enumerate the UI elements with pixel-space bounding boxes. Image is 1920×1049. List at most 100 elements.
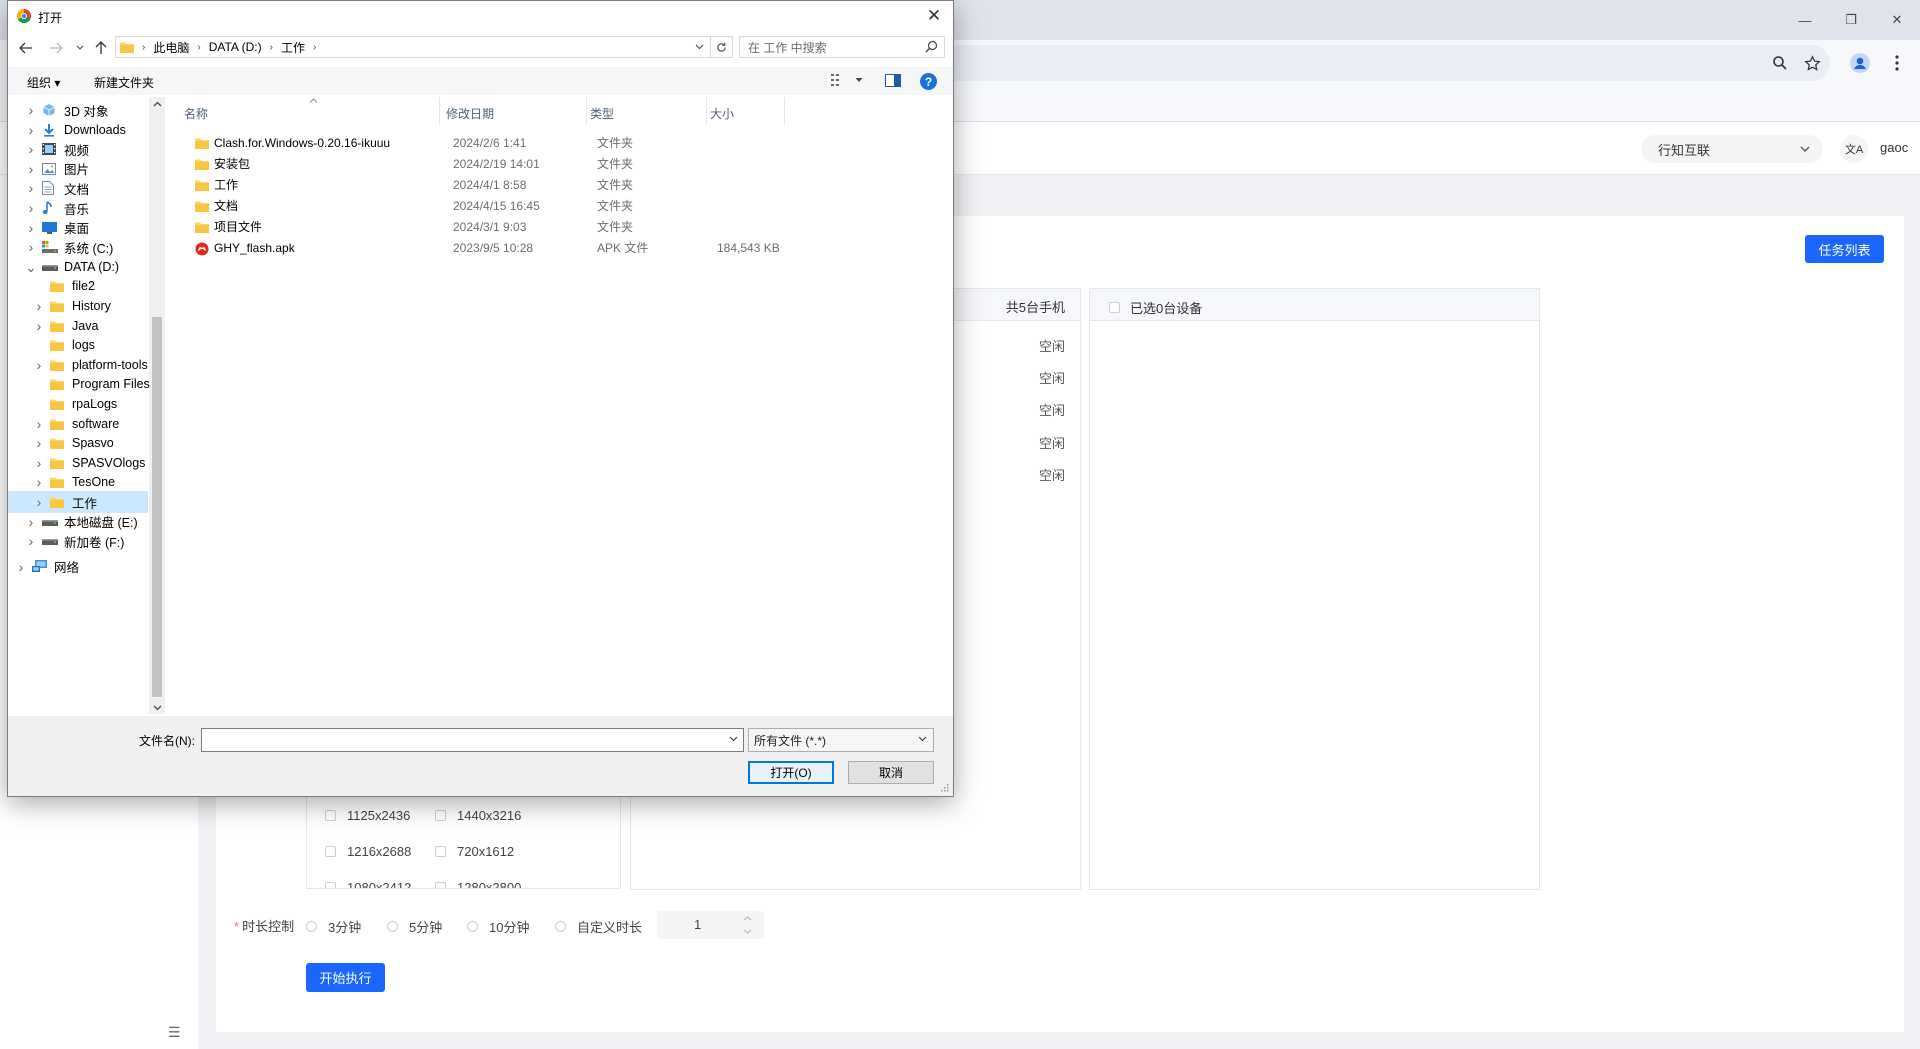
breadcrumb-separator-icon[interactable]: › — [270, 42, 273, 53]
scroll-up-icon[interactable] — [153, 101, 162, 107]
resolution-option[interactable]: 1125x2436 — [325, 808, 410, 823]
expand-arrow-icon[interactable]: › — [32, 455, 46, 471]
breadcrumb-work[interactable]: 工作 — [281, 39, 305, 56]
resolution-option[interactable]: 1080x2412 — [325, 880, 411, 888]
nav-item[interactable]: › 网络 — [8, 556, 148, 578]
user-name[interactable]: gaoc — [1880, 140, 1908, 155]
duration-stepper[interactable] — [731, 911, 764, 939]
expand-arrow-icon[interactable]: › — [32, 298, 46, 314]
breadcrumb-this-pc[interactable]: 此电脑 — [153, 39, 189, 56]
resolution-option[interactable]: 1280x2800 — [435, 880, 521, 888]
browser-close-button[interactable]: ✕ — [1874, 6, 1920, 34]
preview-pane-icon[interactable] — [885, 74, 901, 87]
bookmark-star-icon[interactable] — [1797, 48, 1827, 78]
cancel-button[interactable]: 取消 — [848, 761, 934, 784]
expand-arrow-icon[interactable]: › — [24, 220, 38, 236]
column-header-name[interactable]: 名称 — [184, 105, 208, 122]
expand-arrow-icon[interactable]: › — [24, 102, 38, 118]
translate-icon[interactable]: 文A — [1840, 135, 1868, 163]
profile-avatar-icon[interactable] — [1845, 48, 1875, 78]
expand-arrow-icon[interactable]: › — [24, 533, 38, 549]
task-list-button[interactable]: 任务列表 — [1805, 235, 1884, 263]
expand-arrow-icon[interactable]: › — [32, 494, 46, 510]
minimize-button[interactable]: — — [1782, 6, 1828, 34]
recent-dropdown-icon[interactable] — [71, 39, 89, 57]
file-row[interactable]: 项目文件 2024/3/1 9:03 文件夹 — [195, 216, 815, 237]
sidebar-collapse-icon[interactable]: ☰ — [168, 1024, 181, 1041]
column-divider[interactable] — [586, 97, 587, 125]
resolution-option[interactable]: 1440x3216 — [435, 808, 521, 823]
file-row[interactable]: GHY_flash.apk 2023/9/5 10:28 APK 文件 184,543… — [195, 237, 815, 258]
column-divider[interactable] — [784, 97, 785, 125]
expand-arrow-icon[interactable]: › — [32, 318, 46, 334]
stepper-arrows-icon[interactable] — [731, 911, 764, 939]
file-row[interactable]: 文档 2024/4/15 16:45 文件夹 — [195, 195, 815, 216]
resolution-checkbox[interactable] — [435, 810, 446, 821]
file-row[interactable]: Clash.for.Windows-0.20.16-ikuuu 2024/2/6 … — [195, 132, 815, 153]
resolution-option[interactable]: 720x1612 — [435, 844, 514, 859]
expand-arrow-icon[interactable]: › — [24, 161, 38, 177]
system-drive-icon — [42, 240, 58, 254]
dialog-address-bar[interactable]: › 此电脑 › DATA (D:) › 工作 › — [115, 36, 711, 58]
resize-grip-icon[interactable] — [939, 782, 949, 792]
up-arrow-icon[interactable] — [92, 39, 110, 57]
breadcrumb-separator-icon[interactable]: › — [313, 42, 316, 53]
column-header-date[interactable]: 修改日期 — [446, 105, 494, 122]
breadcrumb-separator-icon[interactable]: › — [197, 42, 200, 53]
nav-scrollbar-thumb[interactable] — [152, 317, 162, 697]
expand-arrow-icon[interactable]: › — [32, 357, 46, 373]
open-button[interactable]: 打开(O) — [748, 761, 834, 784]
expand-arrow-icon[interactable]: › — [24, 122, 38, 138]
address-bar[interactable] — [940, 45, 1830, 81]
dialog-close-button[interactable]: ✕ — [922, 5, 946, 27]
refresh-icon[interactable] — [711, 36, 733, 58]
collapse-arrow-icon[interactable]: ⌄ — [24, 260, 38, 274]
file-row[interactable]: 安装包 2024/2/19 14:01 文件夹 — [195, 153, 815, 174]
column-divider[interactable] — [439, 97, 440, 125]
resolution-checkbox[interactable] — [325, 882, 336, 888]
resolution-option[interactable]: 1216x2688 — [325, 844, 411, 859]
expand-arrow-icon[interactable]: › — [24, 180, 38, 196]
file-row[interactable]: 工作 2024/4/1 8:58 文件夹 — [195, 174, 815, 195]
browser-menu-icon[interactable] — [1882, 48, 1912, 78]
help-icon[interactable]: ? — [920, 73, 937, 90]
organize-menu[interactable]: 组织 ▾ — [27, 74, 60, 91]
expand-arrow-icon[interactable]: › — [24, 141, 38, 157]
column-divider[interactable] — [706, 97, 707, 125]
start-execution-button[interactable]: 开始执行 — [306, 963, 385, 992]
select-all-checkbox[interactable] — [1109, 302, 1120, 313]
column-header-size[interactable]: 大小 — [710, 105, 734, 122]
filename-input[interactable] — [201, 728, 744, 752]
expand-arrow-icon[interactable]: › — [24, 514, 38, 530]
back-arrow-icon[interactable] — [17, 39, 35, 57]
company-select[interactable]: 行知互联 — [1641, 135, 1823, 163]
expand-arrow-icon[interactable]: › — [32, 435, 46, 451]
forward-arrow-icon[interactable] — [47, 39, 65, 57]
expand-arrow-icon[interactable]: › — [24, 239, 38, 255]
zoom-icon[interactable] — [1765, 48, 1795, 78]
file-type-select[interactable]: 所有文件 (*.*) — [748, 728, 934, 752]
breadcrumb-data-drive[interactable]: DATA (D:) — [209, 40, 262, 54]
expand-arrow-icon[interactable]: › — [24, 200, 38, 216]
column-header-type[interactable]: 类型 — [590, 105, 614, 122]
expand-arrow-icon[interactable]: › — [32, 474, 46, 490]
view-options-button[interactable] — [831, 73, 863, 87]
duration-radio-10min[interactable]: 10分钟 — [467, 917, 529, 936]
expand-arrow-icon[interactable]: › — [32, 416, 46, 432]
duration-radio-5min[interactable]: 5分钟 — [387, 917, 442, 936]
expand-arrow-icon[interactable]: › — [14, 559, 28, 575]
new-folder-button[interactable]: 新建文件夹 — [94, 74, 154, 91]
resolution-checkbox[interactable] — [325, 810, 336, 821]
address-history-icon[interactable] — [695, 44, 704, 50]
resolution-checkbox[interactable] — [435, 882, 446, 888]
dialog-search-input[interactable]: 在 工作 中搜索 — [739, 36, 945, 58]
resolution-checkbox[interactable] — [325, 846, 336, 857]
scroll-down-icon[interactable] — [153, 705, 162, 711]
chevron-down-icon[interactable] — [729, 736, 738, 742]
restore-button[interactable]: ❐ — [1828, 6, 1874, 34]
nav-item-label: Downloads — [64, 122, 126, 137]
nav-item[interactable]: › 新加卷 (F:) — [8, 530, 148, 552]
duration-radio-custom[interactable]: 自定义时长 — [555, 917, 642, 936]
duration-radio-3min[interactable]: 3分钟 — [306, 917, 361, 936]
resolution-checkbox[interactable] — [435, 846, 446, 857]
